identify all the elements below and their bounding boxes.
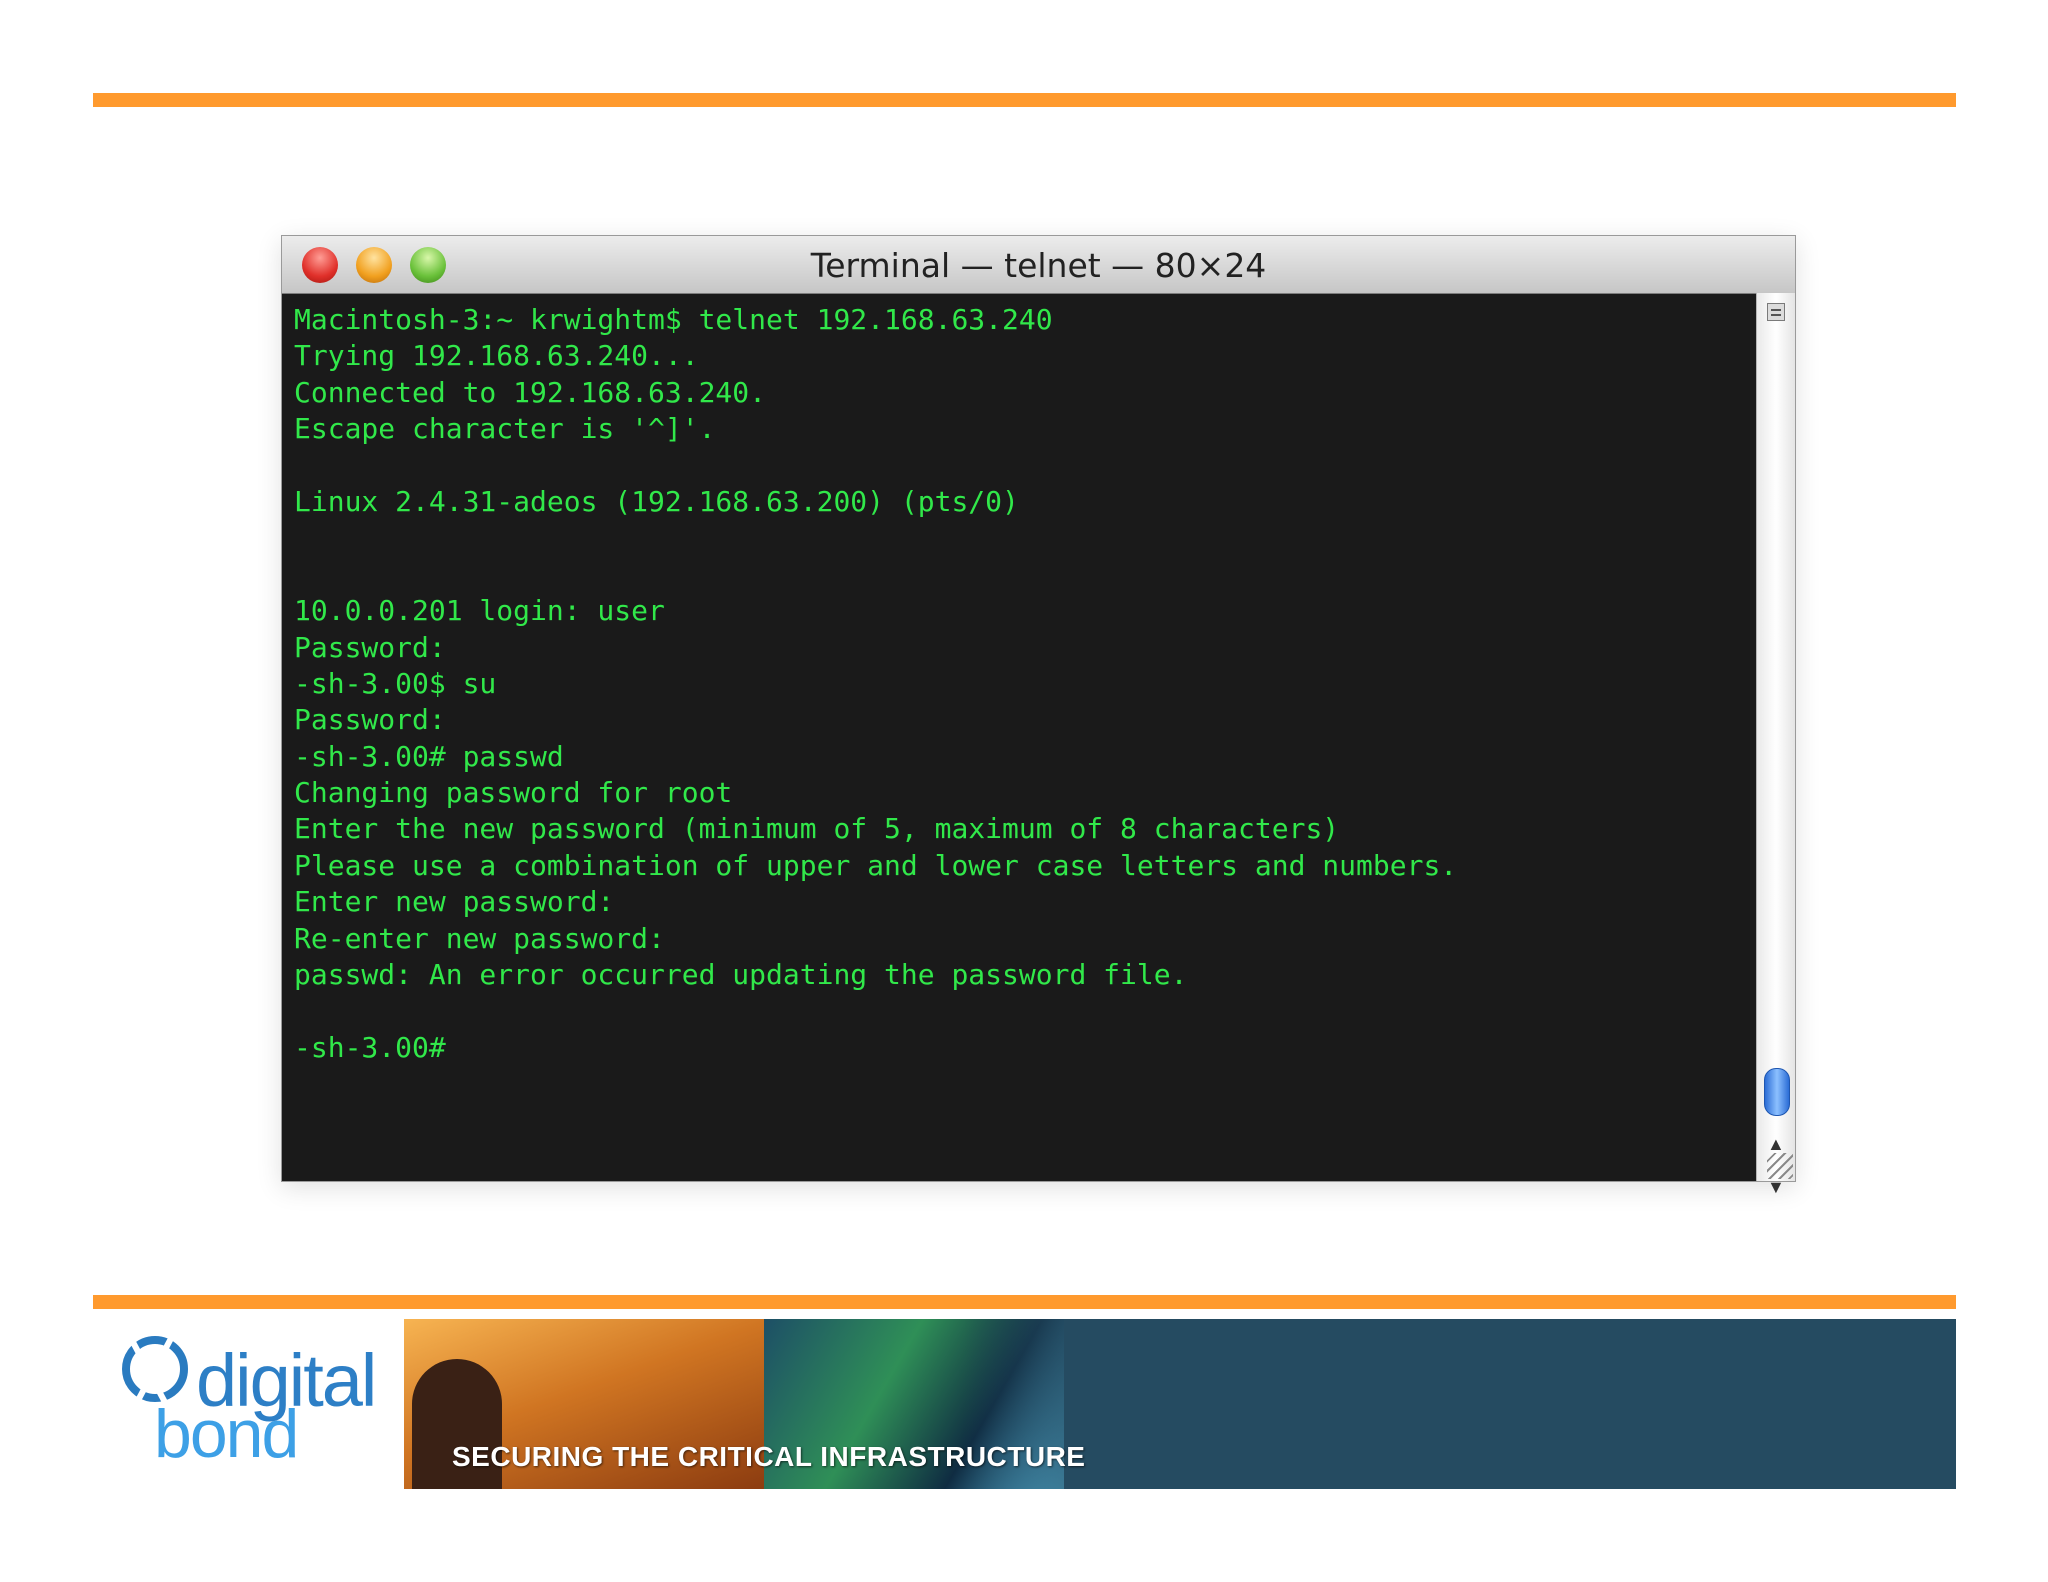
footer-banner: SECURING THE CRITICAL INFRASTRUCTURE <box>404 1319 1956 1489</box>
terminal-line: Macintosh-3:~ krwightm$ telnet 192.168.6… <box>294 303 1053 336</box>
terminal-line: -sh-3.00# passwd <box>294 739 564 773</box>
title-bar[interactable]: Terminal — telnet — 80×24 <box>282 236 1795 294</box>
terminal-line: -sh-3.00# <box>294 1030 446 1064</box>
terminal-line: Connected to 192.168.63.240. <box>294 375 767 409</box>
terminal-line: Enter the new password (minimum of 5, ma… <box>294 812 1340 846</box>
terminal-line: Please use a combination of upper and lo… <box>294 848 1458 882</box>
bottom-orange-rule <box>93 1295 1956 1309</box>
terminal-line: Re-enter new password: <box>294 921 665 955</box>
digital-bond-logo: digital bond <box>118 1328 378 1478</box>
scroll-up-arrow-icon[interactable]: ▲ <box>1767 1134 1785 1154</box>
scroll-thumb[interactable] <box>1764 1068 1790 1116</box>
resize-grip-icon[interactable] <box>1767 1153 1793 1179</box>
split-pane-icon[interactable] <box>1767 303 1785 321</box>
top-orange-rule <box>93 93 1956 107</box>
logo-mark-icon <box>122 1336 188 1402</box>
terminal-line: -sh-3.00$ su <box>294 666 497 700</box>
logo-text-bond: bond <box>154 1396 299 1472</box>
terminal-line: 10.0.0.201 login: user <box>294 594 665 628</box>
terminal-line: Enter new password: <box>294 885 615 919</box>
terminal-line: Trying 192.168.63.240... <box>294 339 699 373</box>
terminal-line: Linux 2.4.31-adeos (192.168.63.200) (pts… <box>294 484 1019 518</box>
vertical-scrollbar[interactable]: ▲ ▼ <box>1756 293 1795 1197</box>
terminal-line: Password: <box>294 630 446 664</box>
terminal-window[interactable]: Terminal — telnet — 80×24 Macintosh-3:~ … <box>281 235 1796 1197</box>
terminal-line: Escape character is '^]'. <box>294 412 716 446</box>
banner-tagline: SECURING THE CRITICAL INFRASTRUCTURE <box>452 1441 1086 1472</box>
window-title: Terminal — telnet — 80×24 <box>810 246 1267 285</box>
terminal-line: Changing password for root <box>294 776 733 810</box>
terminal-line: passwd: An error occurred updating the p… <box>294 958 1188 992</box>
scroll-down-arrow-icon[interactable]: ▼ <box>1767 1177 1785 1197</box>
terminal-output[interactable]: Macintosh-3:~ krwightm$ telnet 192.168.6… <box>294 302 1747 1181</box>
terminal-line: Password: <box>294 703 446 737</box>
